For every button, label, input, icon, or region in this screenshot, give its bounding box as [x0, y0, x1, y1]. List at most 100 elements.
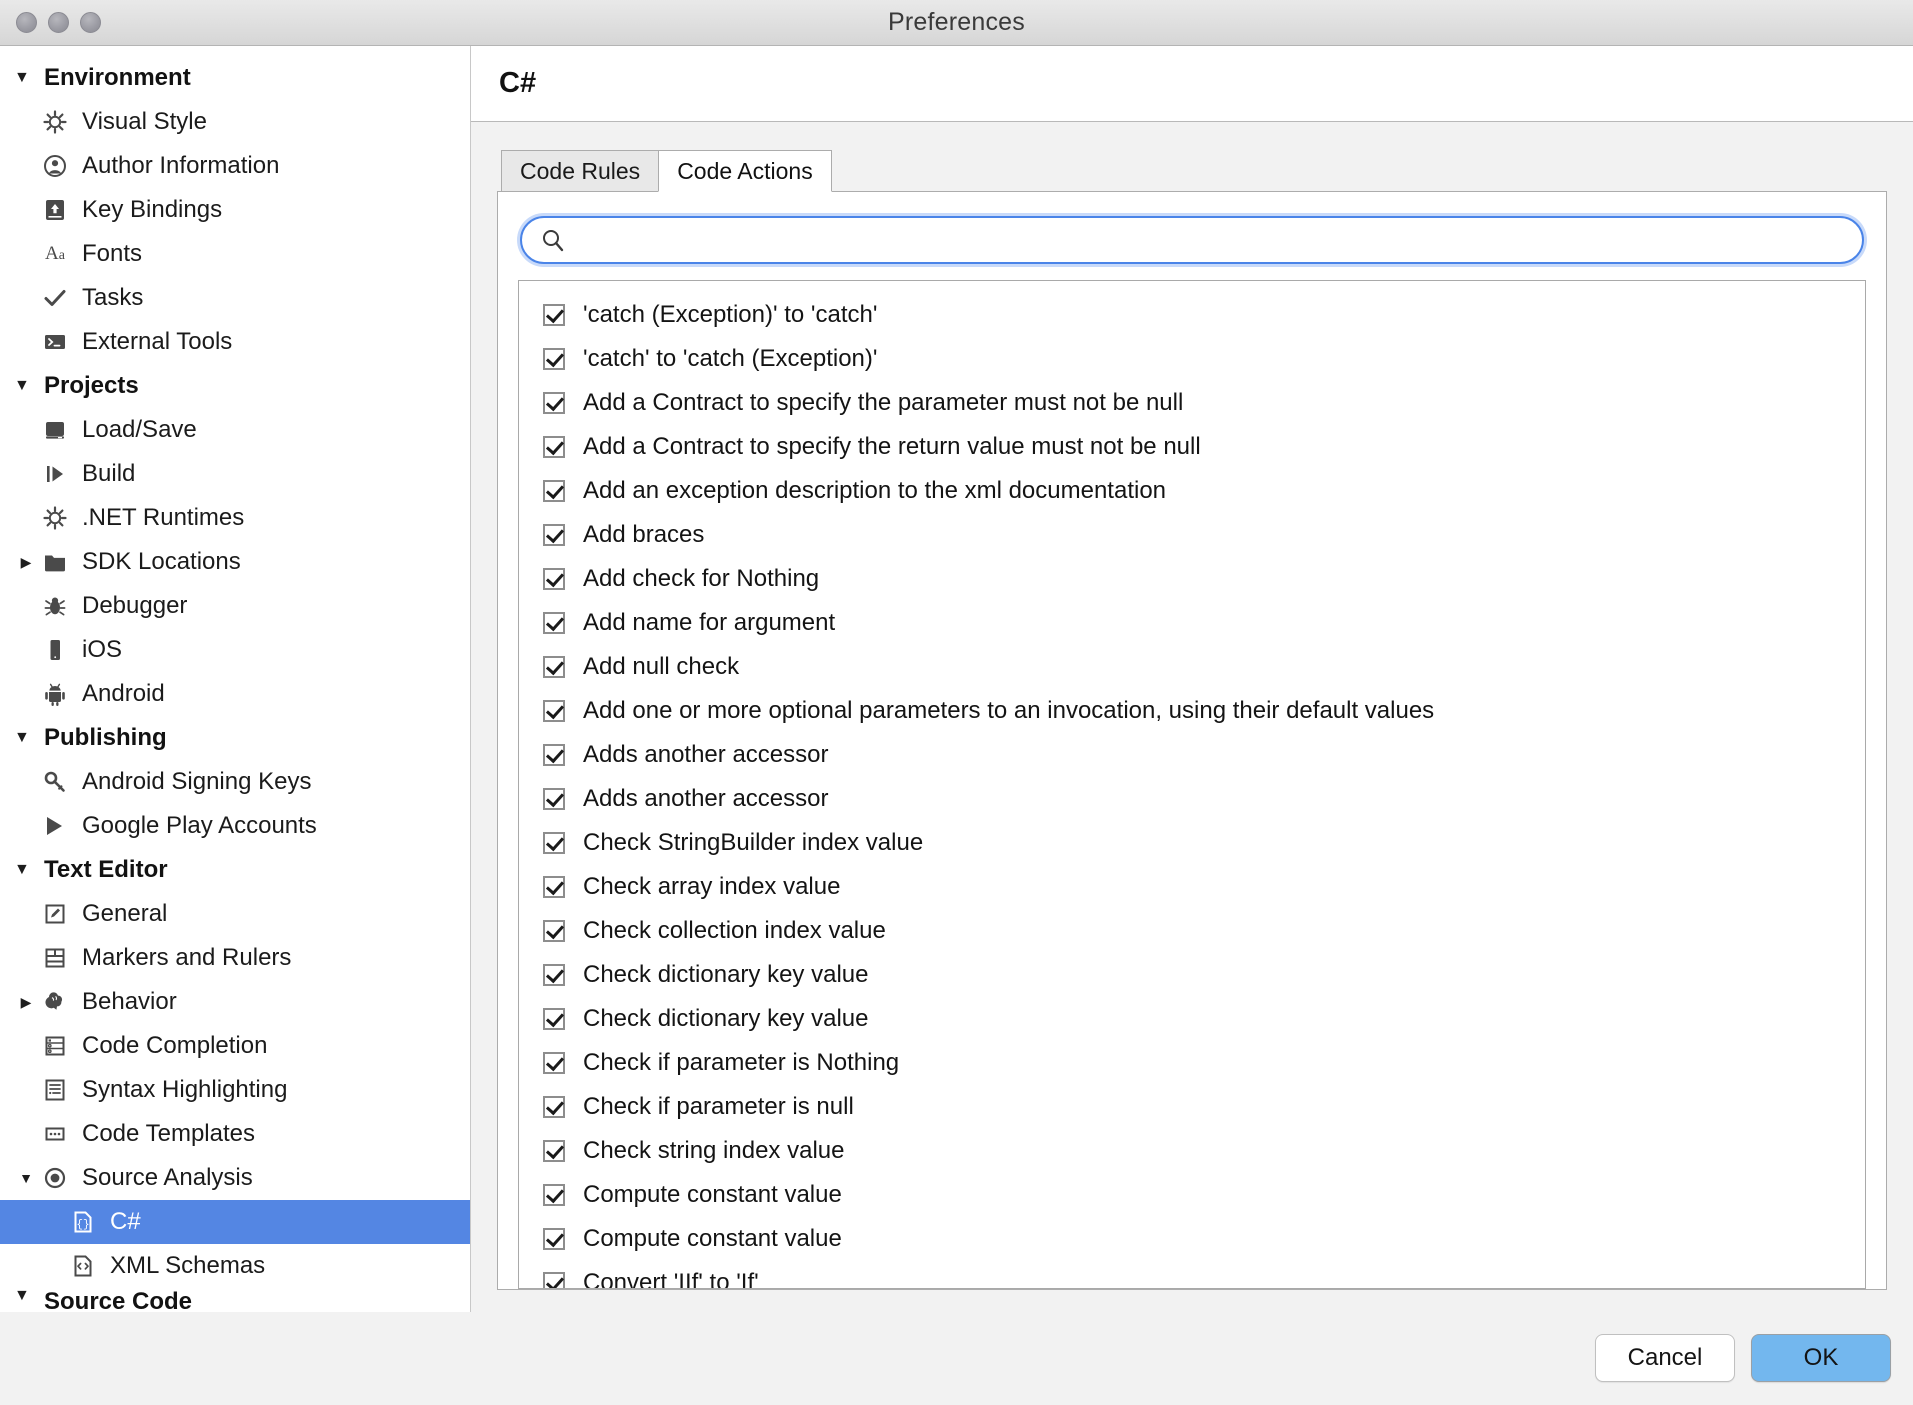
code-action-checkbox[interactable]: [543, 436, 565, 458]
sidebar-group-text-editor[interactable]: ▼ Text Editor: [0, 848, 470, 892]
chevron-down-icon[interactable]: ▼: [14, 862, 38, 878]
sidebar-item-google-play-accounts[interactable]: ▶Google Play Accounts: [0, 804, 470, 848]
sidebar-item-xml-schemas[interactable]: ▶XML Schemas: [0, 1244, 470, 1288]
sidebar-item-android[interactable]: ▶Android: [0, 672, 470, 716]
code-action-checkbox[interactable]: [543, 1096, 565, 1118]
code-action-checkbox[interactable]: [543, 1140, 565, 1162]
code-action-checkbox[interactable]: [543, 920, 565, 942]
cancel-button[interactable]: Cancel: [1595, 1334, 1735, 1382]
sidebar-item-net-runtimes[interactable]: ▶.NET Runtimes: [0, 496, 470, 540]
code-action-row[interactable]: Check if parameter is null: [519, 1085, 1865, 1129]
code-action-checkbox[interactable]: [543, 392, 565, 414]
sidebar-item-debugger[interactable]: ▶Debugger: [0, 584, 470, 628]
sidebar-item-ios[interactable]: ▶iOS: [0, 628, 470, 672]
code-action-checkbox[interactable]: [543, 964, 565, 986]
code-action-row[interactable]: Adds another accessor: [519, 777, 1865, 821]
code-action-row[interactable]: Add braces: [519, 513, 1865, 557]
code-action-row[interactable]: Adds another accessor: [519, 733, 1865, 777]
sidebar-item-external-tools[interactable]: ▶External Tools: [0, 320, 470, 364]
code-action-checkbox[interactable]: [543, 348, 565, 370]
sidebar-item-behavior[interactable]: ▶ Behavior: [0, 980, 470, 1024]
code-action-checkbox[interactable]: [543, 1008, 565, 1030]
search-input[interactable]: [578, 219, 1862, 261]
sidebar-group-label: Publishing: [44, 724, 167, 751]
tab-bar[interactable]: Code Rules Code Actions: [501, 150, 1887, 192]
chevron-down-icon[interactable]: ▼: [14, 70, 38, 86]
code-action-row[interactable]: Check string index value: [519, 1129, 1865, 1173]
code-action-checkbox[interactable]: [543, 1228, 565, 1250]
code-action-row[interactable]: Compute constant value: [519, 1217, 1865, 1261]
search-field[interactable]: [520, 216, 1864, 264]
sidebar-item-general[interactable]: ▶General: [0, 892, 470, 936]
code-action-checkbox[interactable]: [543, 1184, 565, 1206]
code-action-checkbox[interactable]: [543, 524, 565, 546]
code-action-checkbox[interactable]: [543, 832, 565, 854]
code-action-checkbox[interactable]: [543, 656, 565, 678]
code-action-checkbox[interactable]: [543, 744, 565, 766]
code-action-row[interactable]: Check dictionary key value: [519, 953, 1865, 997]
window-controls[interactable]: [16, 12, 101, 33]
sidebar-item-source-analysis[interactable]: ▼ Source Analysis: [0, 1156, 470, 1200]
sidebar-item-load-save[interactable]: ▶Load/Save: [0, 408, 470, 452]
chevron-right-icon[interactable]: ▶: [14, 555, 38, 569]
code-action-row[interactable]: Add null check: [519, 645, 1865, 689]
code-action-row[interactable]: Compute constant value: [519, 1173, 1865, 1217]
chevron-down-icon[interactable]: ▼: [14, 730, 38, 746]
code-action-row[interactable]: Check collection index value: [519, 909, 1865, 953]
code-action-row[interactable]: Check if parameter is Nothing: [519, 1041, 1865, 1085]
ok-button[interactable]: OK: [1751, 1334, 1891, 1382]
code-action-row[interactable]: 'catch' to 'catch (Exception)': [519, 337, 1865, 381]
sidebar-item-key-bindings[interactable]: ▶Key Bindings: [0, 188, 470, 232]
code-action-checkbox[interactable]: [543, 612, 565, 634]
chevron-down-icon[interactable]: ▼: [14, 1288, 38, 1304]
sidebar-item-author-information[interactable]: ▶Author Information: [0, 144, 470, 188]
code-action-row[interactable]: Add an exception description to the xml …: [519, 469, 1865, 513]
code-action-row[interactable]: Check array index value: [519, 865, 1865, 909]
chevron-right-icon[interactable]: ▶: [14, 995, 38, 1009]
preferences-sidebar[interactable]: ▼Environment▶Visual Style▶Author Informa…: [0, 46, 471, 1312]
sidebar-item-visual-style[interactable]: ▶Visual Style: [0, 100, 470, 144]
chevron-down-icon[interactable]: ▼: [14, 378, 38, 394]
sidebar-item-c#[interactable]: ▶{}C#: [0, 1200, 470, 1244]
sidebar-item-android-signing-keys[interactable]: ▶Android Signing Keys: [0, 760, 470, 804]
code-action-row[interactable]: 'catch (Exception)' to 'catch': [519, 293, 1865, 337]
code-action-checkbox[interactable]: [543, 304, 565, 326]
code-action-row[interactable]: Add one or more optional parameters to a…: [519, 689, 1865, 733]
code-action-checkbox[interactable]: [543, 480, 565, 502]
code-action-label: Compute constant value: [583, 1225, 842, 1252]
sidebar-group-environment[interactable]: ▼ Environment: [0, 56, 470, 100]
code-action-row[interactable]: Add name for argument: [519, 601, 1865, 645]
code-action-checkbox[interactable]: [543, 1272, 565, 1288]
code-action-checkbox[interactable]: [543, 876, 565, 898]
sidebar-item-code-completion[interactable]: ▶Code Completion: [0, 1024, 470, 1068]
code-action-checkbox[interactable]: [543, 700, 565, 722]
chevron-down-icon[interactable]: ▼: [14, 1171, 38, 1185]
sidebar-group-source-code[interactable]: ▼ Source Code: [0, 1288, 470, 1312]
code-actions-list[interactable]: 'catch (Exception)' to 'catch' 'catch' to…: [518, 280, 1866, 1289]
tab-code-actions[interactable]: Code Actions: [658, 150, 832, 192]
settings-tree[interactable]: ▼Environment▶Visual Style▶Author Informa…: [0, 46, 470, 1312]
sidebar-item-sdk-locations[interactable]: ▶ SDK Locations: [0, 540, 470, 584]
code-action-row[interactable]: Add a Contract to specify the return val…: [519, 425, 1865, 469]
code-action-checkbox[interactable]: [543, 568, 565, 590]
code-action-row[interactable]: Check dictionary key value: [519, 997, 1865, 1041]
sidebar-item-fonts[interactable]: ▶AaFonts: [0, 232, 470, 276]
sidebar-item-syntax-highlighting[interactable]: ▶Syntax Highlighting: [0, 1068, 470, 1112]
code-action-label: Check collection index value: [583, 917, 886, 944]
zoom-button[interactable]: [80, 12, 101, 33]
sidebar-item-markers-and-rulers[interactable]: ▶Markers and Rulers: [0, 936, 470, 980]
code-action-row[interactable]: Add a Contract to specify the parameter …: [519, 381, 1865, 425]
code-action-checkbox[interactable]: [543, 1052, 565, 1074]
sidebar-group-projects[interactable]: ▼ Projects: [0, 364, 470, 408]
code-action-row[interactable]: Check StringBuilder index value: [519, 821, 1865, 865]
sidebar-item-code-templates[interactable]: ▶Code Templates: [0, 1112, 470, 1156]
code-action-checkbox[interactable]: [543, 788, 565, 810]
sidebar-item-build[interactable]: ▶Build: [0, 452, 470, 496]
code-action-row[interactable]: Add check for Nothing: [519, 557, 1865, 601]
sidebar-group-publishing[interactable]: ▼ Publishing: [0, 716, 470, 760]
code-action-row[interactable]: Convert 'IIf' to 'If': [519, 1261, 1865, 1288]
sidebar-item-tasks[interactable]: ▶Tasks: [0, 276, 470, 320]
close-button[interactable]: [16, 12, 37, 33]
tab-code-rules[interactable]: Code Rules: [501, 150, 660, 192]
minimize-button[interactable]: [48, 12, 69, 33]
